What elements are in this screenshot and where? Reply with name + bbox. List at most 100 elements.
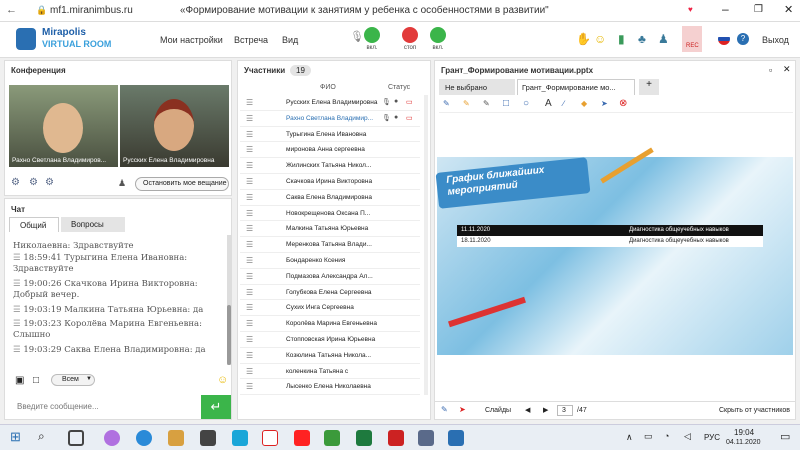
drag-handle-icon[interactable]: ☰ — [246, 256, 253, 265]
network-icon[interactable]: ♣ — [638, 32, 646, 46]
tab-presentation[interactable]: Грант_Формирование мо... — [517, 79, 635, 95]
participant-row[interactable]: ☰ Бондаренко Ксения — [240, 253, 420, 269]
store-icon[interactable] — [200, 430, 216, 446]
participants-scrollbar[interactable] — [424, 95, 428, 395]
participant-row[interactable]: ☰ Новокрещенова Оксана П... — [240, 206, 420, 222]
video-tile-2[interactable]: Русских Елена Владимировна — [120, 85, 229, 167]
participant-row[interactable]: ☰ коленкина Татьяна с — [240, 364, 420, 380]
participant-row[interactable]: ☰ миронова Анна сергеевна — [240, 142, 420, 159]
text-icon[interactable]: A — [545, 98, 552, 109]
raise-hand-icon[interactable]: ✋ — [576, 32, 591, 46]
chat-scrollbar[interactable] — [227, 235, 231, 365]
minimize-icon[interactable]: – — [722, 2, 729, 16]
menu-meeting[interactable]: Встреча — [234, 35, 268, 45]
participant-row[interactable]: ☰ Жилинских Татьяна Никол... — [240, 158, 420, 174]
pointer-icon[interactable]: ➤ — [601, 99, 608, 108]
line-icon[interactable]: ∕ — [563, 99, 564, 108]
wifi-icon[interactable]: ◔ — [664, 431, 669, 441]
participant-row[interactable]: ☰ Русских Елена Владимировна 🎙 ● ▭ — [240, 95, 420, 111]
pdf-icon[interactable] — [388, 430, 404, 446]
stop-broadcast-button[interactable]: Остановить мое вещание — [135, 177, 229, 191]
back-icon[interactable]: ← — [6, 4, 17, 16]
yandex-icon[interactable] — [294, 430, 310, 446]
clear-icon[interactable]: ⊗ — [619, 98, 627, 109]
camera-button[interactable] — [402, 27, 418, 43]
notifications-icon[interactable]: ▭ — [780, 430, 790, 443]
search-icon[interactable]: ⌕ — [38, 429, 45, 444]
close-panel-icon[interactable]: ✕ — [783, 64, 791, 75]
tray-chevron-icon[interactable]: ∧ — [626, 432, 633, 443]
excel-icon[interactable] — [356, 430, 372, 446]
menu-settings[interactable]: Мои настройки — [160, 35, 223, 45]
prev-slide-icon[interactable]: ◀ — [525, 406, 530, 414]
drag-handle-icon[interactable]: ☰ — [246, 367, 253, 376]
yandex-browser-icon[interactable] — [262, 430, 278, 446]
drag-handle-icon[interactable]: ☰ — [246, 177, 253, 186]
participant-row[interactable]: ☰ Королёва Марина Евгеньевна — [240, 316, 420, 332]
edge-icon[interactable] — [136, 430, 152, 446]
participant-row[interactable]: ☰ Козюлина Татьяна Никола... — [240, 348, 420, 364]
word-icon[interactable] — [448, 430, 464, 446]
menu-view[interactable]: Вид — [282, 35, 298, 45]
tab-questions[interactable]: Вопросы — [61, 217, 125, 232]
drag-handle-icon[interactable]: ☰ — [246, 335, 253, 344]
participant-row[interactable]: ☰ Рахно Светлана Владимир... 🎙 ● ▭ — [240, 110, 420, 127]
participant-row[interactable]: ☰ Саква Елена Владимировна — [240, 190, 420, 206]
tab-general[interactable]: Общий — [9, 217, 59, 232]
l-app-icon[interactable] — [232, 430, 248, 446]
send-button[interactable]: ↵ — [201, 395, 231, 419]
drag-handle-icon[interactable]: ☰ — [246, 98, 253, 107]
windows-start-icon[interactable]: ⊞ — [10, 429, 21, 445]
participant-row[interactable]: ☰ Турыгина Елена Ивановна — [240, 127, 420, 143]
drag-handle-icon[interactable]: ☰ — [246, 114, 253, 123]
volume-icon[interactable]: ◁ — [684, 431, 691, 442]
tab-not-selected[interactable]: Не выбрано — [439, 79, 515, 95]
drag-handle-icon[interactable]: ☰ — [246, 272, 253, 281]
drag-handle-icon[interactable]: ☰ — [246, 351, 253, 360]
drag-handle-icon[interactable]: ☰ — [246, 288, 253, 297]
close-icon[interactable]: ✕ — [784, 3, 793, 16]
fill-icon[interactable]: ◆ — [581, 99, 587, 108]
participant-row[interactable]: ☰ Голубкова Елена Сергеевна — [240, 285, 420, 301]
drag-handle-icon[interactable]: ☰ — [246, 382, 253, 391]
help-icon[interactable]: ? — [737, 33, 749, 45]
color-icon[interactable]: □ — [33, 375, 39, 386]
participant-row[interactable]: ☰ Малкина Татьяна Юрьевна — [240, 221, 420, 238]
maximize-icon[interactable]: ❐ — [754, 4, 763, 15]
circle-icon[interactable]: ○ — [523, 98, 529, 109]
draw-tool-icon[interactable]: ✎ — [441, 405, 448, 414]
drag-handle-icon[interactable]: ☰ — [246, 130, 253, 139]
language-flag-icon[interactable] — [718, 33, 730, 45]
users-icon[interactable]: ♟ — [658, 32, 669, 46]
drag-handle-icon[interactable]: ☰ — [246, 161, 253, 170]
emoji-icon[interactable]: ☺ — [217, 374, 228, 386]
drag-handle-icon[interactable]: ☰ — [246, 209, 253, 218]
hide-from-participants-button[interactable]: Скрыть от участников — [719, 407, 790, 414]
alice-icon[interactable] — [104, 430, 120, 446]
hand-mic-icon[interactable]: 🎙 — [350, 30, 364, 43]
participant-row[interactable]: ☰ Стопповская Ирина Юрьевна — [240, 332, 420, 348]
add-tab-button[interactable]: + — [639, 79, 659, 95]
drag-handle-icon[interactable]: ☰ — [246, 145, 253, 154]
participant-row[interactable]: ☰ Подмазова Александра Ал... — [240, 269, 420, 285]
drag-handle-icon[interactable]: ☰ — [246, 224, 253, 233]
photos-icon[interactable] — [324, 430, 340, 446]
drag-handle-icon[interactable]: ☰ — [246, 193, 253, 202]
app-icon[interactable] — [418, 430, 434, 446]
maximize-panel-icon[interactable]: ▫ — [769, 65, 772, 75]
language-indicator[interactable]: РУС — [704, 433, 720, 442]
rectangle-icon[interactable]: □ — [503, 98, 509, 109]
chart-icon[interactable]: ▮ — [618, 32, 625, 46]
settings-icon[interactable]: ⚙ — [45, 177, 54, 188]
screen-share-button[interactable] — [430, 27, 446, 43]
participant-row[interactable]: ☰ Лысенко Елена Николаевна — [240, 379, 420, 396]
mic-settings-icon[interactable]: ⚙ — [29, 177, 38, 188]
brush-icon[interactable]: ✎ — [483, 99, 490, 108]
drag-handle-icon[interactable]: ☰ — [246, 319, 253, 328]
exit-button[interactable]: Выход — [762, 35, 789, 45]
drag-handle-icon[interactable]: ☰ — [246, 240, 253, 249]
participant-row[interactable]: ☰ Меренкова Татьяна Влади... — [240, 237, 420, 253]
explorer-icon[interactable] — [168, 430, 184, 446]
camera-settings-icon[interactable]: ⚙ — [11, 177, 20, 188]
pointer-tool-icon[interactable]: ➤ — [459, 405, 466, 414]
